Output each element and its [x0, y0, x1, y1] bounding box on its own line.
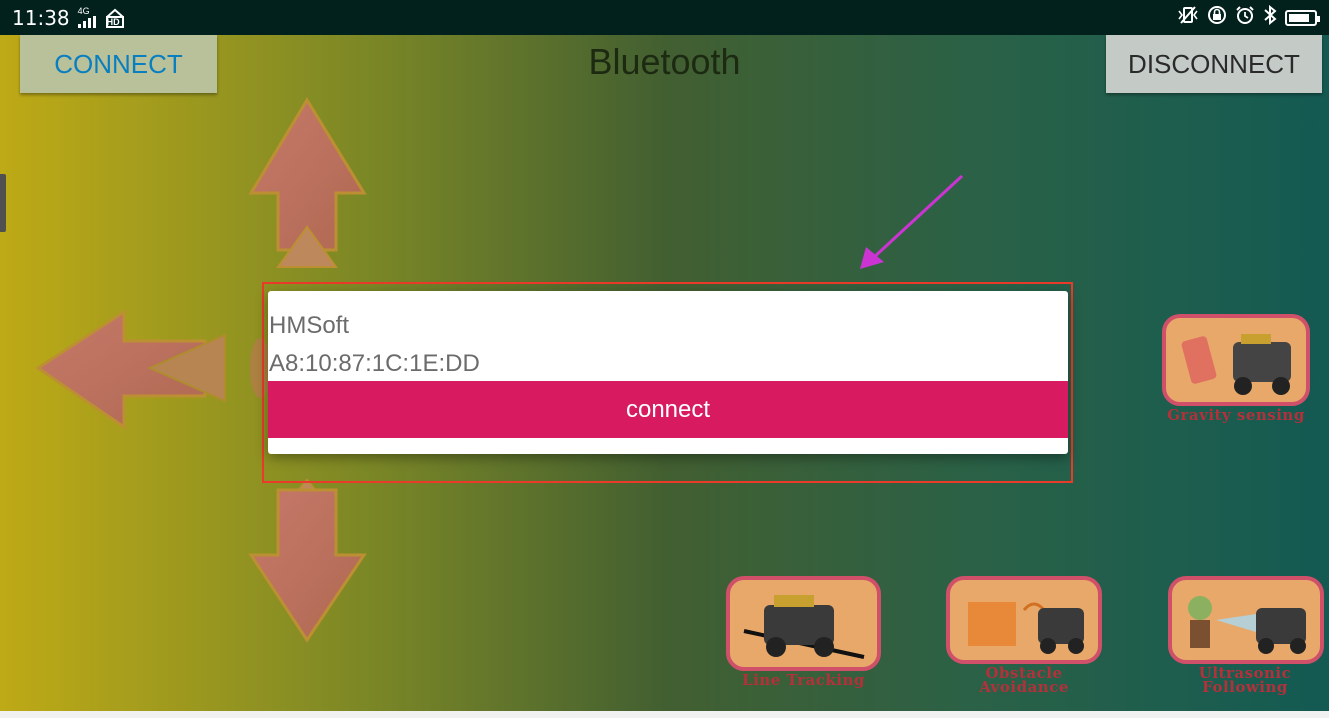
vibrate-icon	[1177, 5, 1199, 30]
bluetooth-icon	[1263, 4, 1277, 30]
feature-obstacle-avoidance[interactable]: Obstacle Avoidance	[946, 576, 1102, 696]
status-time: 11:38	[12, 5, 70, 30]
robot-car-image	[1168, 576, 1324, 664]
hd-icon: HD	[104, 7, 124, 29]
device-address[interactable]: A8:10:87:1C:1E:DD	[269, 350, 480, 378]
status-left: 11:38 4G HD	[12, 5, 124, 30]
lock-rotation-icon	[1207, 5, 1227, 30]
feature-line-tracking[interactable]: Line Tracking	[726, 576, 881, 689]
battery-icon	[1285, 9, 1320, 26]
feature-label: Gravity sensing	[1167, 406, 1305, 424]
dialog-connect-button[interactable]: connect	[268, 381, 1068, 438]
status-bar: 11:38 4G HD	[0, 0, 1329, 35]
network-type: 4G	[77, 5, 90, 16]
app-screen: Bluetooth CONNECT DISCONNECT Gravity sen…	[0, 35, 1329, 711]
device-name[interactable]: HMSoft	[269, 312, 349, 340]
device-dialog: HMSoft A8:10:87:1C:1E:DD connect	[268, 291, 1068, 454]
feature-ultrasonic-following[interactable]: Ultrasonic Following	[1168, 576, 1324, 696]
robot-car-image	[1162, 314, 1310, 406]
bottom-strip	[0, 711, 1329, 718]
status-right	[1177, 4, 1320, 30]
battery-level	[1289, 13, 1309, 22]
side-handle[interactable]	[0, 174, 6, 232]
feature-gravity-sensing[interactable]: Gravity sensing	[1162, 314, 1316, 423]
robot-car-image	[726, 576, 881, 671]
feature-label: Ultrasonic Following	[1198, 664, 1292, 696]
feature-label: Line Tracking	[742, 671, 865, 689]
disconnect-button[interactable]: DISCONNECT	[1106, 35, 1322, 93]
feature-label: Obstacle Avoidance	[979, 664, 1069, 696]
signal-icon: 4G	[77, 5, 96, 30]
alarm-icon	[1235, 5, 1255, 30]
robot-car-image	[946, 576, 1102, 664]
hd-label: HD	[106, 17, 120, 27]
connect-button[interactable]: CONNECT	[20, 35, 217, 93]
